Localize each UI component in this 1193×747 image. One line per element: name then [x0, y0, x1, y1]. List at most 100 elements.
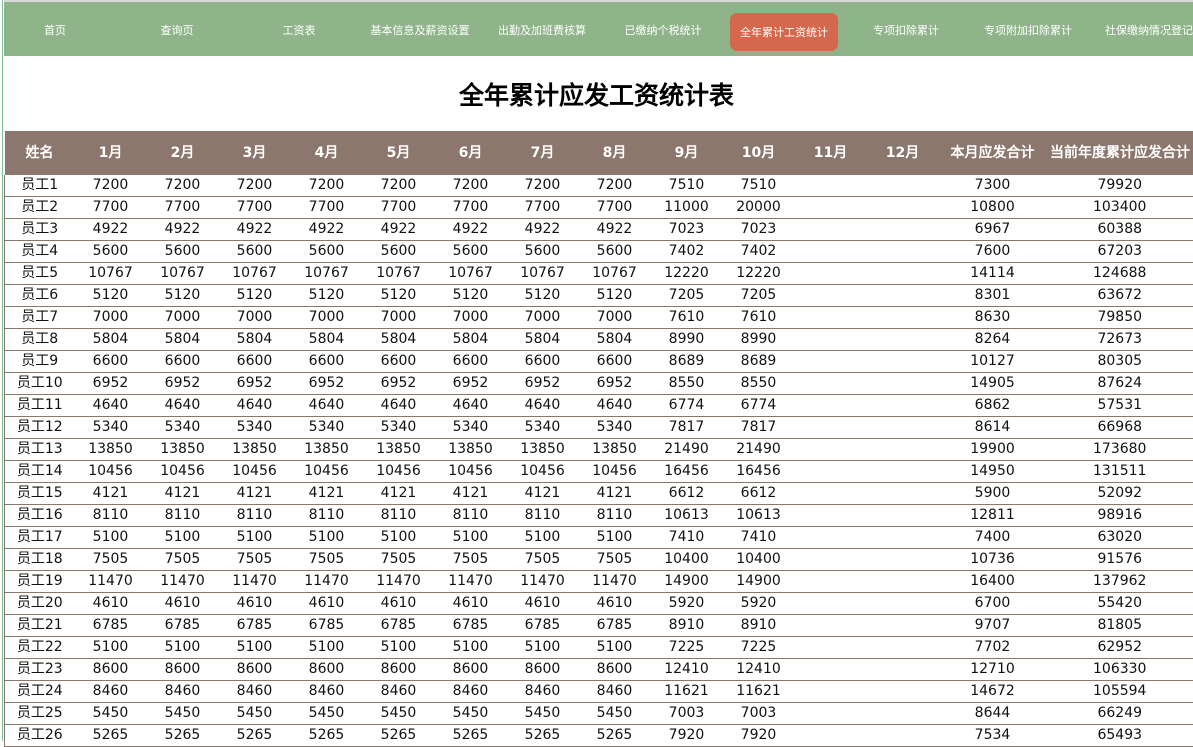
salary-cell[interactable]: 7023	[723, 219, 795, 241]
column-header[interactable]: 9月	[651, 131, 723, 175]
salary-cell[interactable]: 8990	[651, 329, 723, 351]
salary-cell[interactable]: 8110	[363, 505, 435, 527]
salary-cell[interactable]: 72673	[1047, 329, 1193, 351]
salary-cell[interactable]: 6600	[147, 351, 219, 373]
column-header[interactable]: 6月	[435, 131, 507, 175]
employee-name-cell[interactable]: 员工2	[5, 197, 75, 219]
salary-cell[interactable]: 6700	[939, 593, 1047, 615]
salary-cell[interactable]: 6952	[147, 373, 219, 395]
column-header[interactable]: 7月	[507, 131, 579, 175]
salary-cell[interactable]: 4922	[219, 219, 291, 241]
employee-name-cell[interactable]: 员工23	[5, 659, 75, 681]
salary-cell[interactable]: 4640	[363, 395, 435, 417]
salary-cell[interactable]: 4922	[579, 219, 651, 241]
salary-cell[interactable]: 62952	[1047, 637, 1193, 659]
salary-cell[interactable]: 12410	[651, 659, 723, 681]
salary-cell[interactable]: 4922	[363, 219, 435, 241]
salary-cell[interactable]: 79920	[1047, 175, 1193, 197]
employee-name-cell[interactable]: 员工17	[5, 527, 75, 549]
salary-cell[interactable]: 103400	[1047, 197, 1193, 219]
salary-cell[interactable]	[795, 373, 867, 395]
salary-cell[interactable]: 9707	[939, 615, 1047, 637]
salary-cell[interactable]: 98916	[1047, 505, 1193, 527]
salary-cell[interactable]: 6785	[579, 615, 651, 637]
salary-cell[interactable]: 8600	[579, 659, 651, 681]
salary-cell[interactable]: 7817	[723, 417, 795, 439]
salary-cell[interactable]	[867, 483, 939, 505]
salary-cell[interactable]: 7003	[651, 703, 723, 725]
salary-cell[interactable]: 87624	[1047, 373, 1193, 395]
salary-cell[interactable]	[867, 175, 939, 197]
salary-cell[interactable]: 4610	[291, 593, 363, 615]
salary-cell[interactable]: 4922	[435, 219, 507, 241]
salary-cell[interactable]: 6952	[579, 373, 651, 395]
salary-cell[interactable]	[867, 549, 939, 571]
nav-basic-info[interactable]: 基本信息及薪资设置	[371, 22, 470, 38]
salary-cell[interactable]: 6600	[219, 351, 291, 373]
salary-cell[interactable]: 63672	[1047, 285, 1193, 307]
salary-cell[interactable]: 7700	[291, 197, 363, 219]
salary-cell[interactable]: 67203	[1047, 241, 1193, 263]
salary-cell[interactable]: 5265	[291, 725, 363, 747]
employee-name-cell[interactable]: 员工21	[5, 615, 75, 637]
salary-cell[interactable]: 7000	[219, 307, 291, 329]
salary-cell[interactable]: 7205	[723, 285, 795, 307]
salary-cell[interactable]: 7410	[723, 527, 795, 549]
salary-cell[interactable]: 7920	[651, 725, 723, 747]
salary-cell[interactable]: 7610	[723, 307, 795, 329]
salary-cell[interactable]	[867, 285, 939, 307]
salary-cell[interactable]: 7400	[939, 527, 1047, 549]
salary-cell[interactable]	[867, 373, 939, 395]
salary-cell[interactable]: 7505	[291, 549, 363, 571]
salary-cell[interactable]: 8600	[363, 659, 435, 681]
salary-cell[interactable]: 7700	[507, 197, 579, 219]
salary-cell[interactable]: 8600	[75, 659, 147, 681]
column-header[interactable]: 当前年度累计应发合计	[1047, 131, 1193, 175]
salary-cell[interactable]	[795, 571, 867, 593]
salary-cell[interactable]: 8600	[435, 659, 507, 681]
salary-cell[interactable]: 5340	[435, 417, 507, 439]
salary-cell[interactable]	[867, 615, 939, 637]
salary-cell[interactable]: 10767	[219, 263, 291, 285]
salary-cell[interactable]: 4121	[147, 483, 219, 505]
column-header[interactable]: 2月	[147, 131, 219, 175]
salary-cell[interactable]: 13850	[219, 439, 291, 461]
salary-cell[interactable]: 4922	[507, 219, 579, 241]
salary-cell[interactable]: 8460	[363, 681, 435, 703]
salary-cell[interactable]	[795, 285, 867, 307]
salary-cell[interactable]	[795, 263, 867, 285]
salary-cell[interactable]	[867, 395, 939, 417]
salary-cell[interactable]: 11621	[723, 681, 795, 703]
column-header[interactable]: 3月	[219, 131, 291, 175]
salary-cell[interactable]: 11621	[651, 681, 723, 703]
salary-cell[interactable]: 14900	[651, 571, 723, 593]
nav-query[interactable]: 查询页	[161, 22, 194, 38]
salary-cell[interactable]: 10800	[939, 197, 1047, 219]
salary-cell[interactable]: 6612	[723, 483, 795, 505]
salary-cell[interactable]: 7700	[147, 197, 219, 219]
salary-cell[interactable]: 7700	[363, 197, 435, 219]
salary-cell[interactable]: 10127	[939, 351, 1047, 373]
employee-name-cell[interactable]: 员工25	[5, 703, 75, 725]
salary-cell[interactable]	[867, 351, 939, 373]
salary-cell[interactable]: 52092	[1047, 483, 1193, 505]
salary-cell[interactable]: 5900	[939, 483, 1047, 505]
salary-cell[interactable]: 4121	[291, 483, 363, 505]
salary-cell[interactable]: 8910	[723, 615, 795, 637]
salary-cell[interactable]: 7600	[939, 241, 1047, 263]
salary-cell[interactable]: 5120	[435, 285, 507, 307]
salary-cell[interactable]	[867, 659, 939, 681]
salary-cell[interactable]: 6612	[651, 483, 723, 505]
salary-cell[interactable]: 80305	[1047, 351, 1193, 373]
employee-name-cell[interactable]: 员工7	[5, 307, 75, 329]
salary-cell[interactable]: 5100	[579, 527, 651, 549]
salary-cell[interactable]: 13850	[75, 439, 147, 461]
salary-cell[interactable]: 5450	[579, 703, 651, 725]
salary-cell[interactable]: 124688	[1047, 263, 1193, 285]
salary-cell[interactable]: 5120	[75, 285, 147, 307]
salary-cell[interactable]: 6952	[435, 373, 507, 395]
salary-cell[interactable]: 7000	[75, 307, 147, 329]
salary-cell[interactable]: 4640	[435, 395, 507, 417]
salary-cell[interactable]: 4640	[75, 395, 147, 417]
salary-cell[interactable]	[867, 637, 939, 659]
